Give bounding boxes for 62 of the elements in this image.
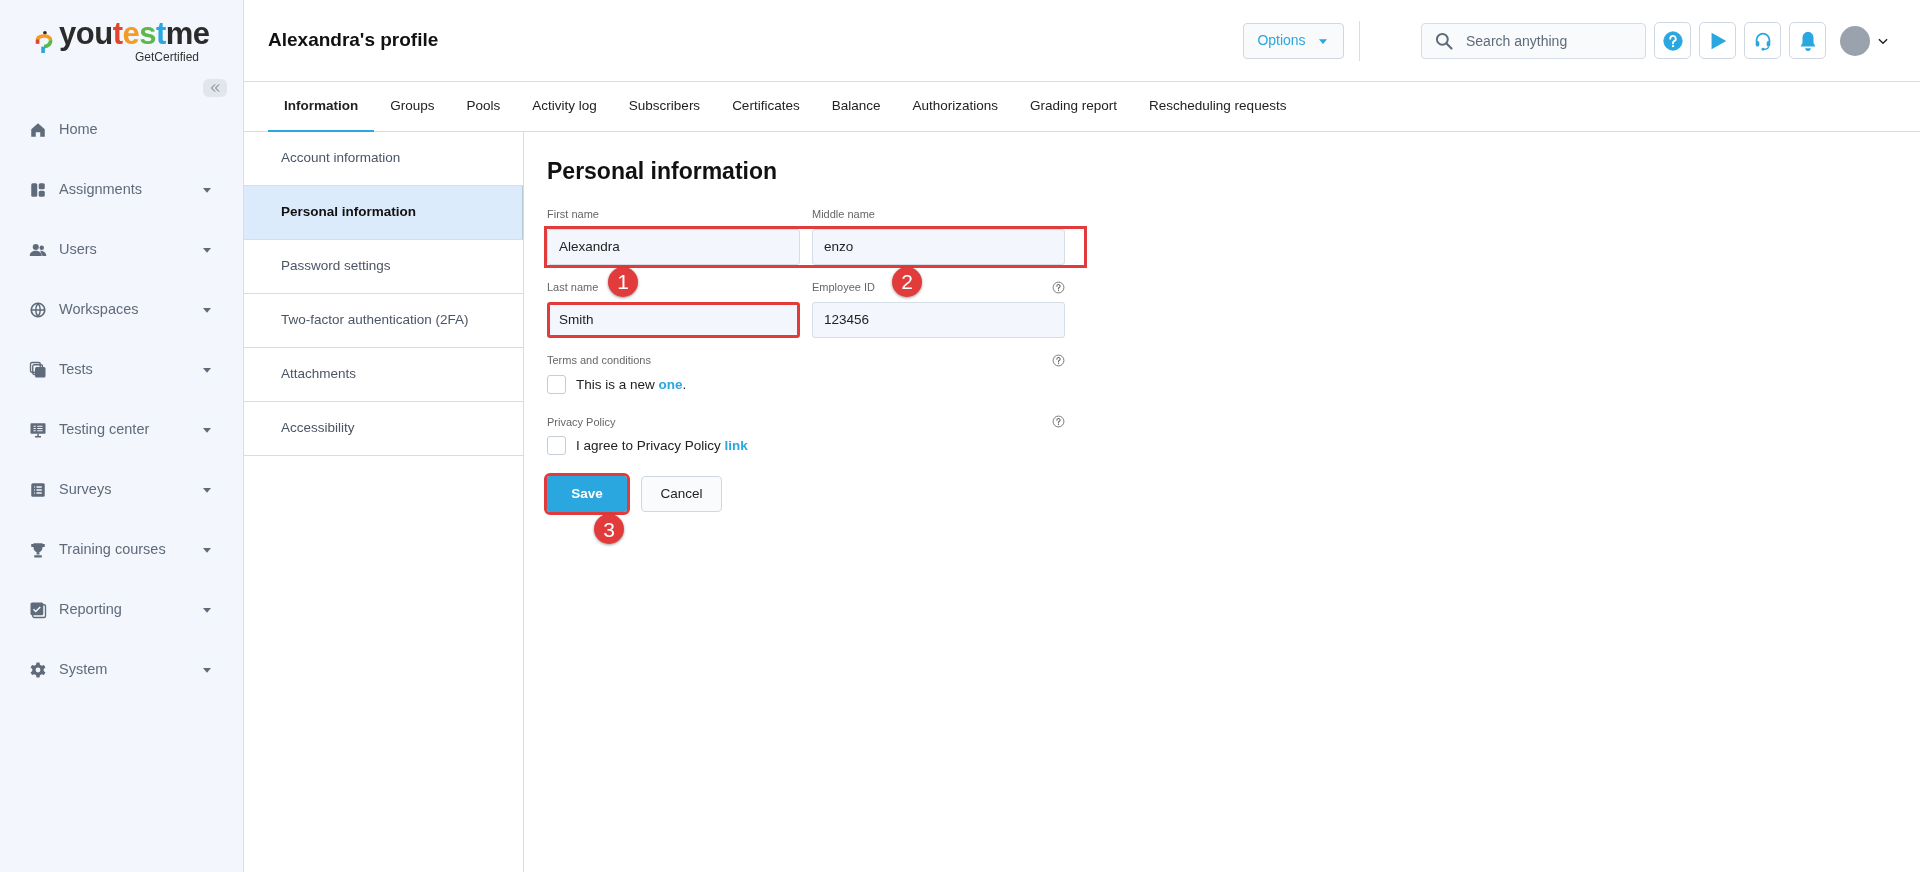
profile-tab[interactable]: Grading report [1014,82,1134,132]
sidebar-item[interactable]: Tests [0,340,243,400]
checkbox-label: I agree to Privacy Policy link [576,436,748,455]
checkbox[interactable] [547,375,566,395]
field-label: First name [547,207,599,223]
text-field[interactable]: Smith [547,301,800,338]
stacked-cards-icon [29,361,47,379]
collapse-sidebar-button[interactable] [203,79,227,97]
sidebar-item[interactable]: Workspaces [0,280,243,340]
users-icon [29,241,47,259]
search-field[interactable]: Search anything [1421,22,1646,59]
play-button[interactable] [1699,22,1736,59]
search-icon [1434,30,1454,51]
dashboard-icon [29,181,47,199]
home-icon [29,121,47,139]
section-title: Personal information [547,158,779,186]
profile-tab[interactable]: Subscribers [612,82,717,132]
text-field[interactable]: 123456 [812,301,1065,338]
profile-tab[interactable]: Authorizations [896,82,1014,132]
logo-wordmark: youtestme [59,16,210,51]
sidebar-item[interactable]: System [0,640,243,700]
sidebar-item[interactable]: Surveys [0,460,243,520]
notifications-button[interactable] [1789,22,1826,59]
checked-document-icon [29,601,47,619]
monitor-list-icon [29,421,47,439]
field-label: Middle name [812,207,875,223]
help-icon [1661,29,1684,52]
gear-icon [29,661,47,679]
text-field[interactable]: enzo [812,228,1065,265]
profile-tab[interactable]: Pools [450,82,517,132]
step-number-marker: 2 [892,266,922,297]
profile-tab[interactable]: Activity log [516,82,613,132]
sidebar-item[interactable]: Training courses [0,520,243,580]
cancel-button[interactable]: Cancel [641,476,722,513]
profile-tab[interactable]: Groups [374,82,451,132]
help-button[interactable] [1654,22,1691,59]
double-chevron-left-icon [209,82,221,94]
sidebar-item[interactable]: Home [0,100,243,160]
sidebar-item[interactable]: Reporting [0,580,243,640]
profile-tab[interactable]: Balance [815,82,897,132]
sidebar-item[interactable]: Users [0,220,243,280]
field-label: Privacy Policy [547,414,616,430]
checkbox[interactable] [547,436,566,456]
support-button[interactable] [1744,22,1781,59]
globe-icon [29,301,47,319]
text-field[interactable]: Alexandra [547,228,800,265]
field-label: Employee ID [812,280,875,296]
checkbox-label: This is a new one. [576,375,687,394]
page-title: Alexandra's profile [268,28,440,53]
sidebar-item[interactable]: Testing center [0,400,243,460]
field-label: Last name [547,280,599,296]
user-avatar[interactable] [1840,25,1870,56]
step-number-marker: 3 [594,514,624,545]
logo-tagline: GetCertified [135,51,200,65]
list-icon [29,481,47,499]
profile-tab[interactable]: Rescheduling requests [1133,82,1303,132]
sidebar-item[interactable]: Assignments [0,160,243,220]
trophy-icon [29,541,47,559]
step-number-marker: 1 [608,266,638,297]
section-menu-item[interactable]: Personal information [244,186,523,240]
field-label: Terms and conditions [547,353,651,369]
profile-tab[interactable]: Certificates [716,82,816,132]
